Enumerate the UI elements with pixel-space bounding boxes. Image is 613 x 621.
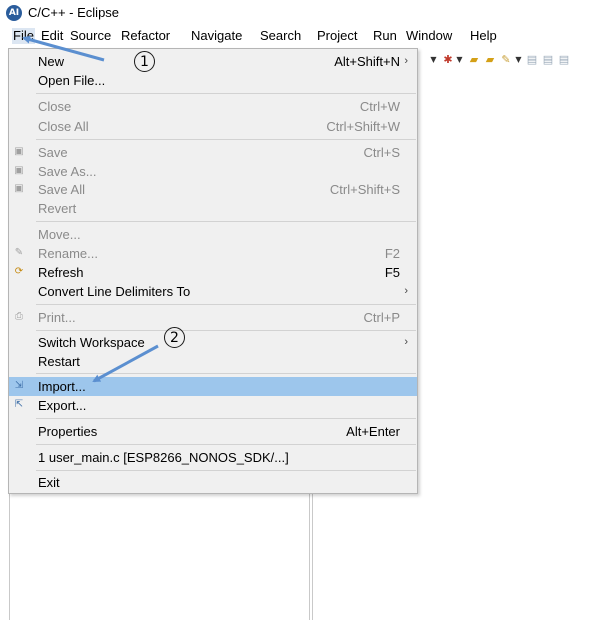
open-folder-icon[interactable]: ▰ — [468, 54, 480, 66]
folder-icon[interactable]: ▰ — [484, 54, 496, 66]
menu-item-close-all[interactable]: Close All Ctrl+Shift+W — [9, 117, 417, 136]
menu-item-label: Print... — [38, 310, 76, 325]
menu-separator — [36, 221, 416, 222]
menu-item-rename[interactable]: ✎ Rename... F2 — [9, 244, 417, 263]
menu-item-save-all[interactable]: ▣ Save All Ctrl+Shift+S — [9, 180, 417, 199]
menu-item-shortcut: Ctrl+W — [359, 99, 400, 114]
menu-item-label: New — [38, 54, 65, 69]
menu-item-label: Properties — [38, 424, 98, 439]
menu-item-label: Open File... — [38, 73, 106, 88]
export-icon: ⇱ — [14, 399, 24, 410]
menu-item-label: Save — [38, 145, 68, 160]
eclipse-logo-icon: AI — [6, 5, 22, 21]
menu-item-shortcut: Ctrl+Shift+S — [329, 182, 400, 197]
file-menu-dropdown: New Alt+Shift+N › Open File... Close Ctr… — [8, 48, 418, 494]
window-icon[interactable]: ▤ — [558, 54, 570, 66]
menu-edit[interactable]: Edit — [40, 28, 64, 44]
menu-separator — [36, 470, 416, 471]
editor-panel — [312, 492, 613, 620]
menu-item-new[interactable]: New Alt+Shift+N › — [9, 52, 417, 71]
window-icon[interactable]: ▤ — [526, 54, 538, 66]
menu-item-shortcut: Ctrl+Shift+W — [326, 119, 400, 134]
dropdown-arrow-icon[interactable]: ▼ — [430, 54, 437, 66]
menu-item-label: Rename... — [38, 246, 98, 261]
menu-item-label: Revert — [38, 201, 77, 216]
window-icon[interactable]: ▤ — [542, 54, 554, 66]
menu-window[interactable]: Window — [405, 28, 453, 44]
menu-item-shortcut: Alt+Shift+N — [334, 54, 400, 69]
menu-item-import[interactable]: ⇲ Import... — [9, 377, 417, 396]
step-1-marker: 1 — [134, 51, 155, 72]
print-icon: ⎙ — [15, 311, 23, 322]
menu-item-label: Move... — [38, 227, 81, 242]
menu-item-switch-workspace[interactable]: Switch Workspace › — [9, 333, 417, 352]
menu-separator — [36, 93, 416, 94]
menu-item-save-as[interactable]: ▣ Save As... — [9, 162, 417, 181]
import-icon: ⇲ — [14, 380, 24, 391]
menu-navigate[interactable]: Navigate — [190, 28, 243, 44]
dropdown-arrow-icon[interactable]: ▼ — [456, 54, 463, 66]
dropdown-arrow-icon[interactable]: ▼ — [515, 54, 522, 66]
menu-item-shortcut: F5 — [384, 265, 400, 280]
menu-item-label: Exit — [38, 475, 60, 490]
menu-item-properties[interactable]: Properties Alt+Enter — [9, 422, 417, 441]
debug-icon[interactable]: ✱ — [442, 54, 454, 66]
menu-separator — [36, 418, 416, 419]
menu-item-shortcut: F2 — [384, 246, 400, 261]
menu-item-restart[interactable]: Restart — [9, 352, 417, 371]
menu-item-shortcut: Alt+Enter — [346, 424, 400, 439]
rename-icon: ✎ — [14, 247, 24, 258]
menu-refactor[interactable]: Refactor — [120, 28, 171, 44]
toolbar: ▼ ✱ ▼ ▰ ▰ ✎ ▼ ▤ ▤ ▤ — [418, 50, 613, 72]
menu-item-label: Export... — [38, 398, 87, 413]
menu-item-label: Import... — [38, 379, 86, 394]
menu-separator — [36, 304, 416, 305]
menu-item-label: Switch Workspace — [38, 335, 145, 350]
menu-item-label: Save As... — [38, 164, 97, 179]
menu-item-close[interactable]: Close Ctrl+W — [9, 97, 417, 116]
menu-separator — [36, 444, 416, 445]
menu-item-recent-file[interactable]: 1 user_main.c [ESP8266_NONOS_SDK/...] — [9, 448, 417, 467]
menu-item-exit[interactable]: Exit — [9, 473, 417, 492]
submenu-arrow-icon: › — [404, 336, 408, 348]
menu-item-convert-line-delimiters[interactable]: Convert Line Delimiters To › — [9, 282, 417, 301]
refresh-icon: ⟳ — [14, 266, 24, 277]
menu-project[interactable]: Project — [316, 28, 358, 44]
menu-bar: File Edit Source Refactor Navigate Searc… — [0, 26, 613, 46]
menu-item-label: Save All — [38, 182, 85, 197]
menu-item-print[interactable]: ⎙ Print... Ctrl+P — [9, 308, 417, 327]
menu-item-shortcut: Ctrl+S — [363, 145, 400, 160]
menu-item-save[interactable]: ▣ Save Ctrl+S — [9, 143, 417, 162]
title-bar: AI C/C++ - Eclipse — [0, 0, 613, 26]
menu-item-refresh[interactable]: ⟳ Refresh F5 — [9, 263, 417, 282]
menu-item-label: Refresh — [38, 265, 84, 280]
menu-item-label: Restart — [38, 354, 80, 369]
menu-separator — [36, 373, 416, 374]
menu-item-label: 1 user_main.c [ESP8266_NONOS_SDK/...] — [38, 450, 289, 465]
menu-help[interactable]: Help — [469, 28, 498, 44]
pencil-icon[interactable]: ✎ — [500, 54, 512, 66]
menu-run[interactable]: Run — [372, 28, 398, 44]
menu-item-label: Convert Line Delimiters To — [38, 284, 191, 299]
menu-search[interactable]: Search — [259, 28, 302, 44]
project-explorer-panel — [9, 492, 310, 620]
menu-file[interactable]: File — [12, 28, 35, 44]
menu-source[interactable]: Source — [69, 28, 112, 44]
save-all-icon: ▣ — [14, 183, 24, 194]
menu-item-shortcut: Ctrl+P — [363, 310, 400, 325]
menu-item-move[interactable]: Move... — [9, 225, 417, 244]
submenu-arrow-icon: › — [404, 55, 408, 67]
menu-item-export[interactable]: ⇱ Export... — [9, 396, 417, 415]
step-2-marker: 2 — [164, 327, 185, 348]
menu-separator — [36, 330, 416, 331]
menu-item-label: Close All — [38, 119, 89, 134]
submenu-arrow-icon: › — [404, 285, 408, 297]
menu-item-open-file[interactable]: Open File... — [9, 71, 417, 90]
save-icon: ▣ — [14, 146, 24, 157]
menu-item-revert[interactable]: Revert — [9, 199, 417, 218]
menu-separator — [36, 139, 416, 140]
save-as-icon: ▣ — [14, 165, 24, 176]
menu-item-label: Close — [38, 99, 72, 114]
window-title: C/C++ - Eclipse — [28, 5, 120, 20]
